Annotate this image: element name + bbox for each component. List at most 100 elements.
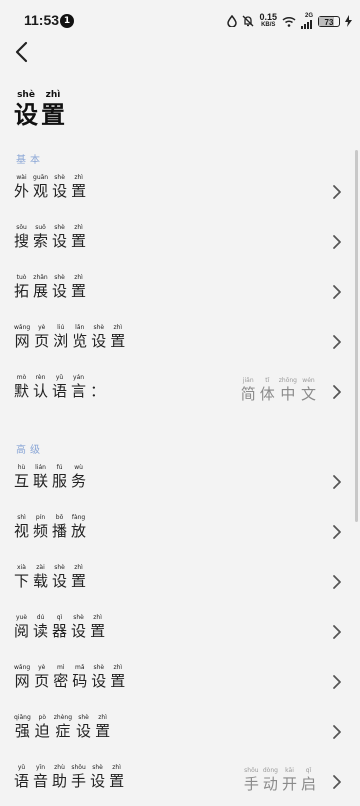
hanzi: 音: [33, 772, 49, 790]
settings-row-ocd[interactable]: qiǎng 强 pò 迫 zhèng 症 shè 设 zhì 置: [0, 710, 360, 756]
ruby-char: bō 播: [52, 513, 67, 541]
hanzi: 置: [71, 232, 87, 250]
ruby-char: zhì 置: [41, 90, 65, 129]
cell-signal-icon: [301, 20, 312, 29]
ruby-char: lǎn 览: [72, 323, 87, 351]
ruby-char: shì 视: [14, 513, 29, 541]
settings-row-download[interactable]: xià 下 zài 载 shè 设 zhì 置: [0, 560, 360, 606]
ruby-char: yè 页: [34, 323, 49, 351]
hanzi: 服: [52, 472, 68, 490]
pinyin: yǔ: [55, 374, 64, 381]
pinyin: qǐ: [305, 767, 312, 774]
ruby-char: yuè 阅: [14, 613, 29, 641]
settings-row-extensions[interactable]: tuò 拓 zhǎn 展 shè 设 zhì 置: [0, 270, 360, 316]
ruby-char: shǒu 手: [71, 763, 86, 791]
pinyin: zhōng: [278, 377, 297, 384]
ruby-char: zhì 置: [71, 563, 86, 591]
hanzi: 文: [300, 385, 316, 403]
hanzi: 助: [52, 772, 68, 790]
ruby-char: qì 器: [52, 613, 67, 641]
settings-row-video-playback[interactable]: shì 视 pín 频 bō 播 fàng 放: [0, 510, 360, 556]
hanzi: 置: [71, 572, 87, 590]
hanzi: 互: [14, 472, 30, 490]
pinyin: zhì: [98, 714, 107, 721]
hanzi: 播: [52, 522, 68, 540]
hanzi: 基: [16, 155, 26, 166]
chevron-right-icon: [333, 675, 341, 689]
chevron-right-icon: [333, 235, 341, 249]
pinyin: zhì: [74, 224, 83, 231]
pinyin: dòng: [262, 767, 278, 774]
hanzi: 设: [14, 101, 38, 129]
chevron-right-icon: [333, 285, 341, 299]
hanzi: 置: [71, 282, 87, 300]
row-label: yǔ 语 yīn 音 zhù 助 shǒu 手 shè 设 zhì 置: [14, 763, 128, 791]
chevron-right-icon: [333, 625, 341, 639]
hanzi: 语: [52, 382, 68, 400]
pinyin: wén: [302, 377, 315, 384]
hanzi: 载: [33, 572, 49, 590]
hanzi: 设: [52, 182, 68, 200]
ruby-char: yǔ 语: [14, 763, 29, 791]
pinyin: wài: [16, 174, 27, 181]
settings-row-web-passwords[interactable]: wǎng 网 yè 页 mì 密 mǎ 码 shè 设 zhì 置: [0, 660, 360, 706]
hanzi: 开: [281, 775, 297, 793]
ruby-char: qǐ 启: [301, 766, 316, 794]
pinyin: bō: [55, 514, 64, 521]
settings-row-reader[interactable]: yuè 阅 dú 读 qì 器 shè 设 zhì 置: [0, 610, 360, 656]
settings-row-appearance[interactable]: wài 外 guān 观 shè 设 zhì 置: [0, 170, 360, 216]
pinyin: zài: [36, 564, 45, 571]
settings-row-internet-services[interactable]: hù 互 lián 联 fú 服 wù 务: [0, 460, 360, 506]
settings-row-browsing[interactable]: wǎng 网 yè 页 liú 浏 lǎn 览 shè 设 zhì 置: [0, 320, 360, 366]
hanzi: 展: [33, 282, 49, 300]
hanzi: 强: [14, 722, 30, 740]
row-value: shǒu 手 dòng 动 kāi 开 qǐ 启: [244, 766, 320, 794]
pinyin: shè: [93, 664, 105, 671]
settings-row-default-language[interactable]: mò 默 rèn 认 yǔ 语 yán 言： jiǎn 简 tǐ 体 zhōng 中 wén 文: [0, 370, 360, 416]
hanzi: 置: [90, 622, 106, 640]
ruby-char: qiǎng 强: [14, 713, 31, 741]
hanzi: 设: [91, 332, 107, 350]
ruby-char: zhōng 中: [279, 376, 297, 404]
charging-bolt-icon: [345, 15, 352, 27]
ruby-char: zhì 置: [110, 663, 125, 691]
hanzi: 阅: [14, 622, 30, 640]
hanzi: 设: [90, 772, 106, 790]
hanzi: 体: [259, 385, 275, 403]
pinyin: rèn: [35, 374, 46, 381]
hanzi: 拓: [14, 282, 30, 300]
cell-signal: 2G: [301, 13, 313, 29]
hanzi: 下: [14, 572, 30, 590]
pinyin: mì: [56, 664, 65, 671]
row-label: mò 默 rèn 认 yǔ 语 yán 言：: [14, 373, 109, 401]
hanzi: 级: [30, 445, 40, 456]
pinyin: sōu: [16, 224, 27, 231]
hanzi: 读: [33, 622, 49, 640]
back-button[interactable]: [12, 38, 36, 66]
pinyin: wǎng: [14, 324, 31, 331]
ruby-char: zhù 助: [52, 763, 67, 791]
ruby-char: mǎ 码: [72, 663, 87, 691]
hanzi: 置: [95, 722, 111, 740]
hanzi: 简: [240, 385, 256, 403]
ruby-char: zhì 置: [110, 323, 125, 351]
row-label: wǎng 网 yè 页 mì 密 mǎ 码 shè 设 zhì 置: [14, 663, 129, 691]
ruby-char: wǎng 网: [14, 663, 30, 691]
pinyin: shè: [17, 90, 35, 100]
pinyin: mò: [16, 374, 27, 381]
ruby-char: fú 服: [52, 463, 67, 491]
settings-row-search[interactable]: sōu 搜 suǒ 索 shè 设 zhì 置: [0, 220, 360, 266]
hanzi: 视: [14, 522, 30, 540]
settings-row-voice-assistant[interactable]: yǔ 语 yīn 音 zhù 助 shǒu 手 shè 设 zhì 置 shǒu 手 dòng 动 kāi 开 q…: [0, 760, 360, 806]
ruby-char: wǎng 网: [14, 323, 30, 351]
ruby-char: suǒ 索: [33, 223, 48, 251]
ruby-char: shè 设: [76, 713, 91, 741]
row-label: tuò 拓 zhǎn 展 shè 设 zhì 置: [14, 273, 90, 301]
pinyin: tuò: [16, 274, 27, 281]
row-label: qiǎng 强 pò 迫 zhèng 症 shè 设 zhì 置: [14, 713, 114, 741]
wifi-icon: [282, 16, 296, 27]
ruby-char: zhèng 症: [54, 713, 72, 741]
scrollbar[interactable]: [355, 150, 358, 522]
status-icons: 0.15 KB/S 2G 73: [227, 10, 352, 32]
pinyin: shè: [93, 324, 105, 331]
